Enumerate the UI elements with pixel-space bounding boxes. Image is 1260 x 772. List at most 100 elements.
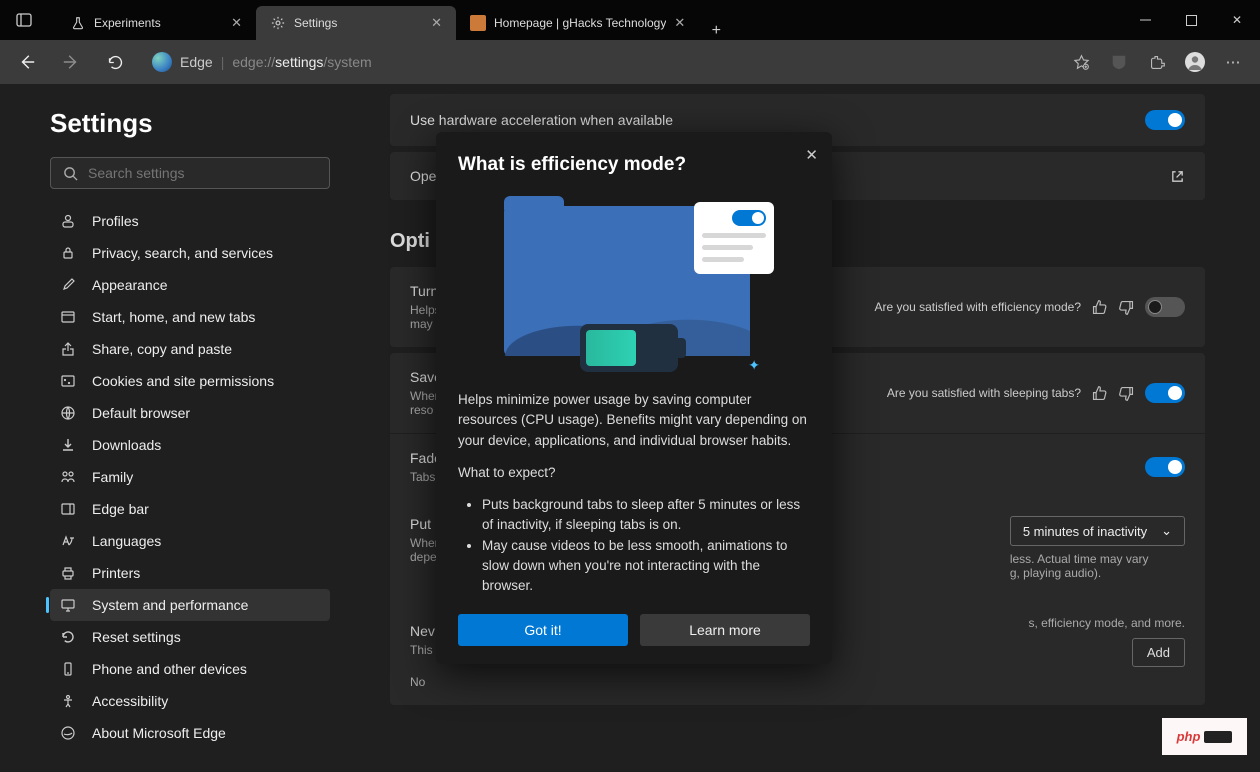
address-bar[interactable]: Edge | edge://settings/system bbox=[142, 46, 1054, 78]
ublock-icon[interactable] bbox=[1102, 45, 1136, 79]
sidebar-item-reset-settings[interactable]: Reset settings bbox=[50, 621, 330, 653]
gear-icon bbox=[270, 15, 286, 31]
search-input[interactable] bbox=[88, 165, 317, 181]
tab-label: Settings bbox=[294, 16, 337, 30]
sidebar-item-share-copy-and-paste[interactable]: Share, copy and paste bbox=[50, 333, 330, 365]
share-icon bbox=[60, 341, 78, 357]
sep: | bbox=[221, 54, 225, 70]
external-link-icon bbox=[1170, 169, 1185, 184]
extensions-icon[interactable] bbox=[1140, 45, 1174, 79]
hw-accel-toggle[interactable] bbox=[1145, 110, 1185, 130]
sidebar-item-label: Printers bbox=[92, 565, 140, 581]
sidebar-item-downloads[interactable]: Downloads bbox=[50, 429, 330, 461]
toolbar: Edge | edge://settings/system ⋯ bbox=[0, 40, 1260, 84]
modal-list: Puts background tabs to sleep after 5 mi… bbox=[458, 495, 810, 596]
learn-more-button[interactable]: Learn more bbox=[640, 614, 810, 646]
tab-settings[interactable]: Settings ✕ bbox=[256, 6, 456, 40]
minimize-button[interactable] bbox=[1122, 0, 1168, 40]
url-path: /system bbox=[323, 54, 371, 70]
close-button[interactable]: ✕ bbox=[1214, 0, 1260, 40]
download-icon bbox=[60, 437, 78, 453]
close-icon[interactable]: ✕ bbox=[674, 15, 685, 31]
sidebar-item-edge-bar[interactable]: Edge bar bbox=[50, 493, 330, 525]
phone-icon bbox=[60, 661, 78, 677]
sidebar-item-cookies-and-site-permissions[interactable]: Cookies and site permissions bbox=[50, 365, 330, 397]
back-button[interactable] bbox=[10, 45, 44, 79]
sidebar-item-appearance[interactable]: Appearance bbox=[50, 269, 330, 301]
sidebar-item-label: Profiles bbox=[92, 213, 139, 229]
thumbs-down-icon[interactable] bbox=[1118, 385, 1135, 402]
list-item: May cause videos to be less smooth, anim… bbox=[482, 536, 810, 597]
fade-toggle[interactable] bbox=[1145, 457, 1185, 477]
forward-button[interactable] bbox=[54, 45, 88, 79]
modal-para: Helps minimize power usage by saving com… bbox=[458, 390, 810, 451]
sidebar-item-label: Phone and other devices bbox=[92, 661, 247, 677]
new-tab-button[interactable]: + bbox=[699, 22, 733, 40]
favorite-button[interactable] bbox=[1064, 45, 1098, 79]
close-icon[interactable]: ✕ bbox=[431, 15, 442, 31]
search-settings[interactable] bbox=[50, 157, 330, 189]
sidebar-item-about-microsoft-edge[interactable]: About Microsoft Edge bbox=[50, 717, 330, 749]
sat-label: Are you satisfied with sleeping tabs? bbox=[887, 386, 1081, 400]
home-icon bbox=[60, 309, 78, 325]
sidebar-item-label: Edge bar bbox=[92, 501, 149, 517]
watermark: php bbox=[1162, 718, 1247, 755]
reset-icon bbox=[60, 629, 78, 645]
profile-button[interactable] bbox=[1178, 45, 1212, 79]
thumbs-up-icon[interactable] bbox=[1091, 299, 1108, 316]
addr-brand: Edge bbox=[180, 54, 213, 70]
thumbs-up-icon[interactable] bbox=[1091, 385, 1108, 402]
system-icon bbox=[60, 597, 78, 613]
maximize-button[interactable] bbox=[1168, 0, 1214, 40]
got-it-button[interactable]: Got it! bbox=[458, 614, 628, 646]
sidebar-item-profiles[interactable]: Profiles bbox=[50, 205, 330, 237]
sidebar-item-phone-and-other-devices[interactable]: Phone and other devices bbox=[50, 653, 330, 685]
browser-icon bbox=[60, 405, 78, 421]
ghacks-favicon bbox=[470, 15, 486, 31]
more-button[interactable]: ⋯ bbox=[1216, 45, 1250, 79]
close-icon[interactable]: ✕ bbox=[231, 15, 242, 31]
row-title: Use hardware acceleration when available bbox=[410, 112, 1145, 128]
url-host: settings bbox=[275, 54, 323, 70]
efficiency-toggle[interactable] bbox=[1145, 297, 1185, 317]
add-button[interactable]: Add bbox=[1132, 638, 1185, 667]
vertical-tabs-icon[interactable] bbox=[46, 6, 56, 34]
sidebar-item-label: Downloads bbox=[92, 437, 161, 453]
url-scheme: edge:// bbox=[232, 54, 275, 70]
sleeping-tabs-toggle[interactable] bbox=[1145, 383, 1185, 403]
edge-icon bbox=[60, 725, 78, 741]
sidebar-item-system-and-performance[interactable]: System and performance bbox=[50, 589, 330, 621]
dropdown-value: 5 minutes of inactivity bbox=[1023, 524, 1147, 539]
thumbs-down-icon[interactable] bbox=[1118, 299, 1135, 316]
tab-experiments[interactable]: Experiments ✕ bbox=[56, 6, 256, 40]
search-icon bbox=[63, 166, 78, 181]
titlebar: Experiments ✕ Settings ✕ Homepage | gHac… bbox=[0, 0, 1260, 40]
sidebar-item-default-browser[interactable]: Default browser bbox=[50, 397, 330, 429]
sidebar-item-languages[interactable]: Languages bbox=[50, 525, 330, 557]
sidebar-item-label: Family bbox=[92, 469, 133, 485]
inactivity-dropdown[interactable]: 5 minutes of inactivity ⌄ bbox=[1010, 516, 1185, 546]
efficiency-explainer-modal: What is efficiency mode? ✕ ✦ Helps minim… bbox=[436, 132, 832, 664]
family-icon bbox=[60, 469, 78, 485]
tab-ghacks[interactable]: Homepage | gHacks Technology ✕ bbox=[456, 6, 699, 40]
bar-icon bbox=[60, 501, 78, 517]
sidebar-item-start-home-and-new-tabs[interactable]: Start, home, and new tabs bbox=[50, 301, 330, 333]
tab-actions-icon[interactable] bbox=[10, 6, 38, 34]
sidebar-item-printers[interactable]: Printers bbox=[50, 557, 330, 589]
reload-button[interactable] bbox=[98, 45, 132, 79]
close-icon[interactable]: ✕ bbox=[805, 146, 818, 164]
printer-icon bbox=[60, 565, 78, 581]
chevron-down-icon: ⌄ bbox=[1161, 523, 1172, 539]
sidebar-item-family[interactable]: Family bbox=[50, 461, 330, 493]
settings-sidebar: Settings Profiles Privacy, search, and se… bbox=[0, 84, 360, 772]
settings-title: Settings bbox=[50, 108, 330, 139]
access-icon bbox=[60, 693, 78, 709]
sidebar-item-accessibility[interactable]: Accessibility bbox=[50, 685, 330, 717]
tabstrip: Experiments ✕ Settings ✕ Homepage | gHac… bbox=[56, 0, 733, 40]
sidebar-item-label: Cookies and site permissions bbox=[92, 373, 274, 389]
flask-icon bbox=[70, 15, 86, 31]
tab-label: Homepage | gHacks Technology bbox=[494, 16, 666, 30]
sidebar-item-label: Appearance bbox=[92, 277, 168, 293]
modal-para: What to expect? bbox=[458, 463, 810, 483]
sidebar-item-privacy-search-and-services[interactable]: Privacy, search, and services bbox=[50, 237, 330, 269]
